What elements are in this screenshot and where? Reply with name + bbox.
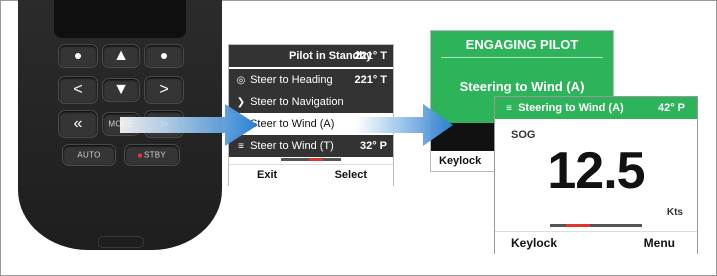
menu-item-label: Steer to Wind (A) [250,118,335,130]
remote-logo [98,236,144,248]
auto-label: AUTO [77,150,101,160]
keylock-button[interactable]: Keylock [439,155,481,167]
menu-item-label: Steer to Heading [250,74,333,86]
arrow-right-icon: > [159,81,169,98]
auto-button[interactable]: AUTO [62,144,116,166]
menu-item-steer-heading[interactable]: ◎ Steer to Heading 221° T [229,69,393,91]
up-button[interactable]: ▲ [102,44,140,68]
menu-button[interactable]: Menu [644,236,675,250]
arrow-menu-to-engaging [355,104,453,146]
left-dot-button[interactable] [58,44,98,68]
keylock-button[interactable]: Keylock [511,236,557,250]
wind-icon: ≡ [506,103,512,114]
divider [441,57,603,58]
pilot-menu-footer: Exit Select [229,164,393,186]
menu-item-value: 221° T [354,74,387,86]
dot-icon [161,53,167,59]
pilot-menu-header: Pilot in Standby 221° T [229,45,393,67]
page-indicator [550,224,642,227]
arrow-left-icon: < [73,81,83,98]
page-indicator-active [566,224,590,227]
page-indicator-active [309,158,323,161]
sog-value: 12.5 [547,142,645,200]
double-left-button[interactable]: « [58,110,98,138]
engaging-message: Steering to Wind (A) [459,79,585,94]
left-button[interactable]: < [58,76,98,104]
sog-unit: Kts [666,207,683,218]
arrow-up-icon: ▲ [113,47,129,64]
pilot-menu-heading: 221° T [354,50,387,62]
wind-header-label: Steering to Wind (A) [518,102,624,114]
right-dot-button[interactable] [144,44,184,68]
dot-icon [75,53,81,59]
standby-dot-icon [137,153,142,158]
arrow-remote-to-menu [120,104,258,146]
steering-wind-screen: ≡ Steering to Wind (A) 42° P SOG 12.5 Kt… [494,96,698,254]
arrow-down-icon: ▼ [113,81,129,98]
menu-item-label: Steer to Navigation [250,96,344,108]
stby-wrap: STBY [125,151,179,160]
sog-label: SOG [511,129,536,141]
arrow-right-icon [355,104,453,146]
double-left-icon: « [73,115,83,132]
page-indicator [281,158,341,161]
wind-footer: Keylock Menu [495,231,697,254]
select-button[interactable]: Select [335,169,367,181]
wind-header-value: 42° P [657,102,685,114]
engaging-title: ENGAGING PILOT [465,37,579,52]
remote-display [54,0,186,38]
stby-label: STBY [143,150,167,160]
menu-item-label: Steer to Wind (T) [250,140,334,152]
exit-button[interactable]: Exit [257,169,277,181]
wind-header: ≡ Steering to Wind (A) 42° P [495,97,697,119]
compass-icon: ◎ [236,75,246,86]
down-button[interactable]: ▼ [102,78,140,102]
arrow-right-icon [120,104,258,146]
